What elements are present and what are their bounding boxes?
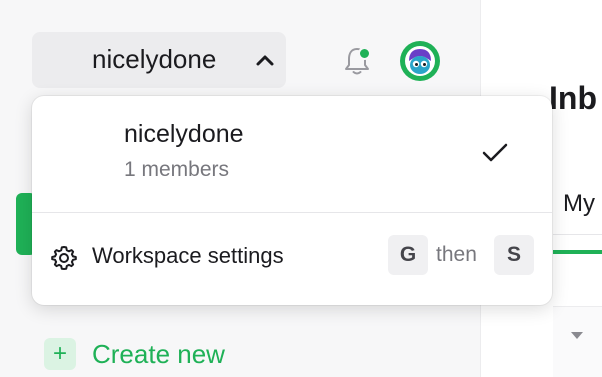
filter-area xyxy=(553,306,602,377)
create-new-label: Create new xyxy=(92,338,225,369)
workspace-name: nicelydone xyxy=(124,120,244,148)
create-new-button[interactable]: + Create new xyxy=(44,334,225,374)
workspace-menu-item[interactable]: nicelydone 1 members xyxy=(32,96,552,212)
avatar-icon xyxy=(405,46,435,76)
tab-divider xyxy=(553,234,602,235)
caret-down-icon[interactable] xyxy=(571,332,583,339)
chevron-up-icon xyxy=(256,55,274,66)
workspace-switcher[interactable]: nicelydone xyxy=(32,32,286,88)
workspace-dropdown-menu: nicelydone 1 members Workspace settings … xyxy=(32,96,552,305)
page-title: Inb xyxy=(549,80,597,116)
avatar[interactable] xyxy=(400,41,440,81)
active-tab-underline xyxy=(553,250,602,254)
workspace-settings-label: Workspace settings xyxy=(92,243,284,268)
gear-icon xyxy=(51,246,77,270)
workspace-switcher-name: nicelydone xyxy=(92,44,217,74)
shortcut-key-s: S xyxy=(494,235,534,275)
workspace-settings-item[interactable]: Workspace settings G then S xyxy=(32,213,552,305)
tab-my[interactable]: My xyxy=(563,190,595,218)
notification-dot xyxy=(358,47,371,60)
plus-icon: + xyxy=(44,338,76,370)
shortcut-key-g: G xyxy=(388,235,428,275)
checkmark-icon xyxy=(482,143,508,162)
workspace-member-count: 1 members xyxy=(124,158,230,181)
shortcut-joiner: then xyxy=(436,243,477,266)
